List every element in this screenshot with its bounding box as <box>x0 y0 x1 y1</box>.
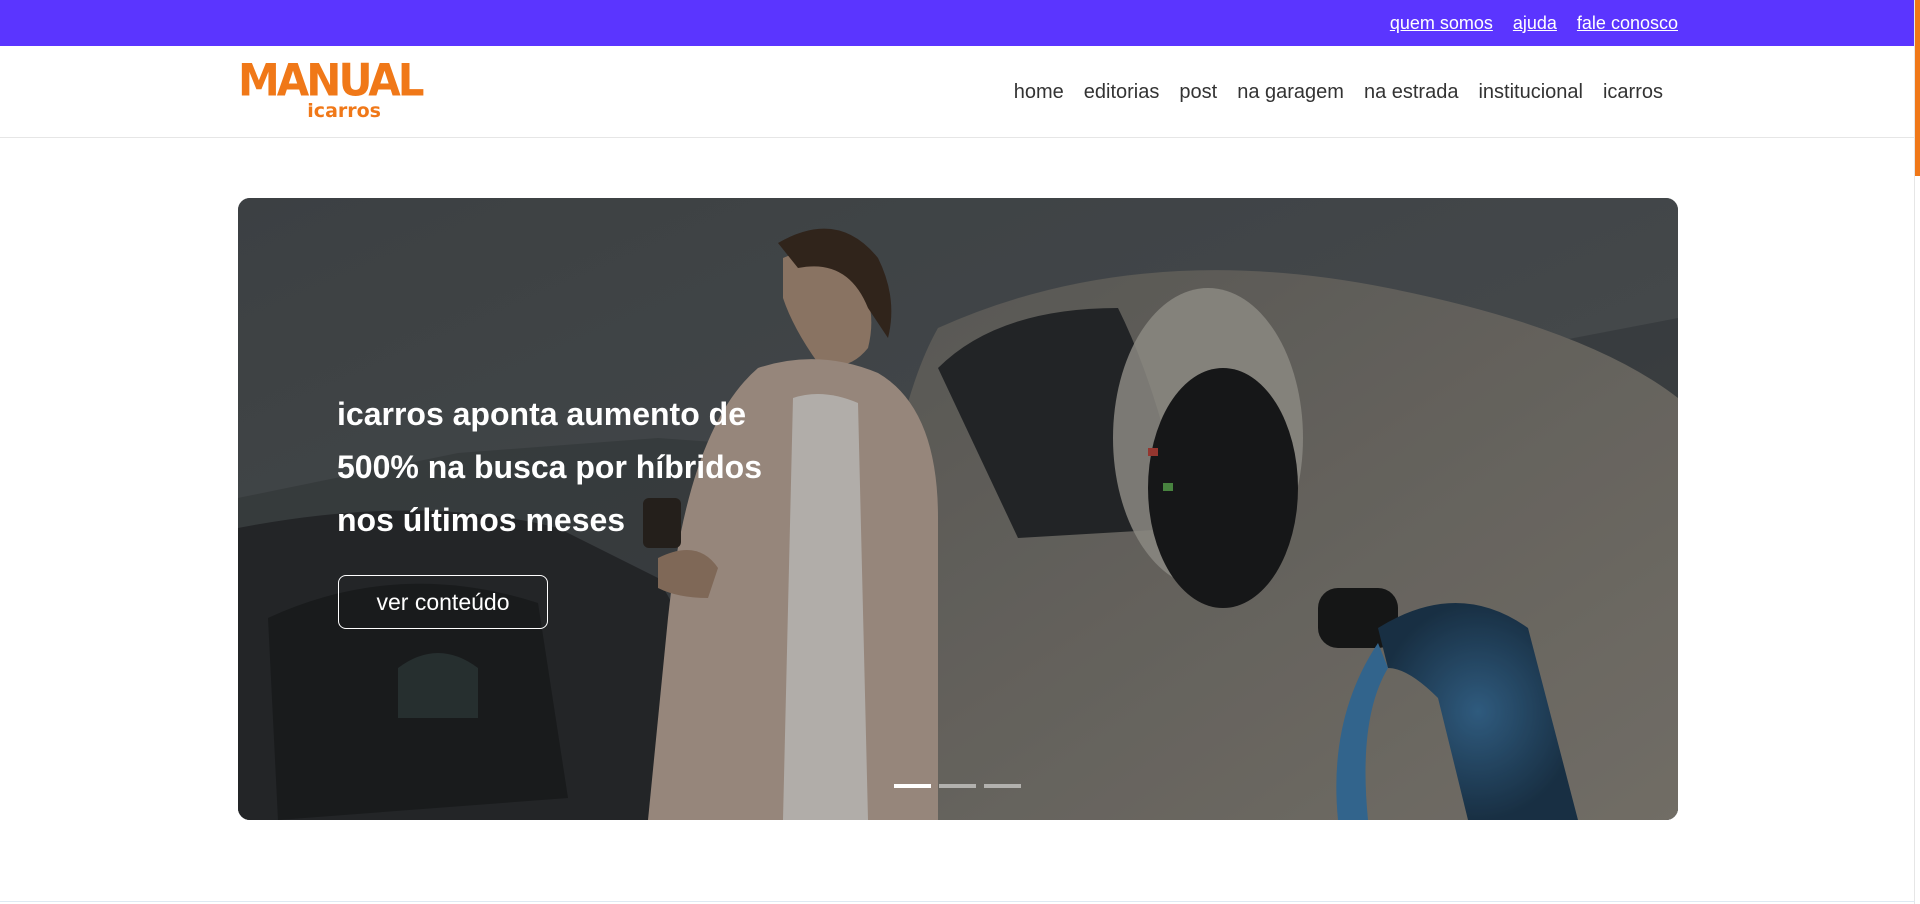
logo-text-icarros: icarros <box>307 100 381 122</box>
hero-headline: icarros aponta aumento de 500% na busca … <box>337 396 762 538</box>
link-quem-somos[interactable]: quem somos <box>1390 13 1493 34</box>
manual-icarros-logo[interactable]: MANUAL icarros <box>238 55 425 124</box>
site-header: MANUAL icarros home editorias post na ga… <box>0 46 1915 138</box>
nav-editorias[interactable]: editorias <box>1084 81 1160 104</box>
carousel-indicators <box>894 784 1021 788</box>
nav-post[interactable]: post <box>1179 81 1217 104</box>
page-right-border <box>1914 0 1915 904</box>
nav-na-estrada[interactable]: na estrada <box>1364 81 1459 104</box>
hero-carousel: icarros aponta aumento de 500% na busca … <box>238 198 1678 820</box>
scroll-indicator[interactable] <box>1915 0 1920 176</box>
nav-institucional[interactable]: institucional <box>1478 81 1583 104</box>
carousel-dot-2[interactable] <box>939 784 976 788</box>
nav-icarros[interactable]: icarros <box>1603 81 1663 104</box>
main-nav: home editorias post na garagem na estrad… <box>1014 46 1663 138</box>
page-bottom-divider <box>0 901 1915 902</box>
carousel-dot-3[interactable] <box>984 784 1021 788</box>
ver-conteudo-button[interactable]: ver conteúdo <box>338 575 548 629</box>
carousel-dot-1[interactable] <box>894 784 931 788</box>
link-fale-conosco[interactable]: fale conosco <box>1577 13 1678 34</box>
nav-home[interactable]: home <box>1014 81 1064 104</box>
nav-na-garagem[interactable]: na garagem <box>1237 81 1344 104</box>
link-ajuda[interactable]: ajuda <box>1513 13 1557 34</box>
logo-text-manual: MANUAL <box>238 54 425 107</box>
top-utility-bar: quem somos ajuda fale conosco <box>0 0 1915 46</box>
utility-links: quem somos ajuda fale conosco <box>1390 0 1678 46</box>
